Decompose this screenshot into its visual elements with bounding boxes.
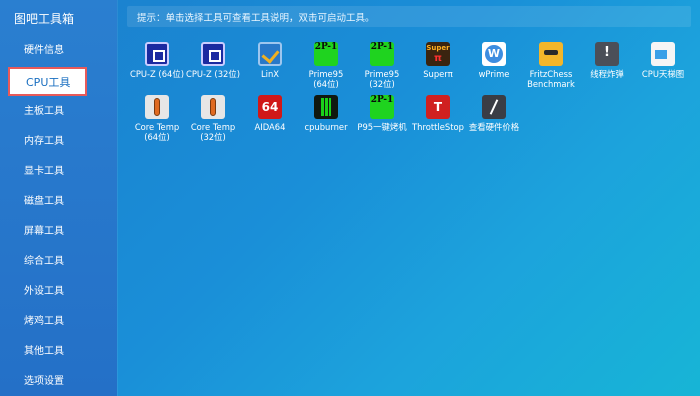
price-gauge-icon [482, 95, 506, 119]
hint-text: 提示：单击选择工具可查看工具说明，双击可启动工具。 [137, 13, 375, 24]
sidebar-item-gpu-tools[interactable]: 显卡工具 [0, 160, 117, 184]
fritzchess-icon [539, 42, 563, 66]
tool-hardware-price[interactable]: 查看硬件价格 [461, 95, 527, 132]
sidebar-item-general-tools[interactable]: 综合工具 [0, 250, 117, 274]
document-image-icon [651, 42, 675, 66]
superpi-icon [426, 42, 450, 66]
tool-label: 查看硬件价格 [468, 122, 520, 132]
warning-icon [595, 42, 619, 66]
wprime-icon [482, 42, 506, 66]
tool-cpu-ladder[interactable]: CPU天梯图 [630, 42, 696, 79]
sidebar-item-memory-tools[interactable]: 内存工具 [0, 130, 117, 154]
sidebar-item-peripheral-tools[interactable]: 外设工具 [0, 280, 117, 304]
tool-label: CPU天梯图 [641, 69, 685, 79]
core-temp-icon [145, 95, 169, 119]
sidebar-item-disk-tools[interactable]: 磁盘工具 [0, 190, 117, 214]
sidebar-item-stress-tools[interactable]: 烤鸡工具 [0, 310, 117, 334]
throttlestop-icon: T [426, 95, 450, 119]
sidebar-item-cpu-tools[interactable]: CPU工具 [8, 67, 87, 96]
aida64-icon: 64 [258, 95, 282, 119]
sidebar-item-motherboard-tools[interactable]: 主板工具 [0, 100, 117, 124]
cpuburner-icon [314, 95, 338, 119]
sidebar-item-hardware-info[interactable]: 硬件信息 [0, 39, 117, 63]
app-title: 图吧工具箱 [14, 12, 75, 26]
prime95-icon: 2P-1 [370, 95, 394, 119]
prime95-icon: 2P-1 [370, 42, 394, 66]
cpu-z-icon [201, 42, 225, 66]
sidebar-item-screen-tools[interactable]: 屏幕工具 [0, 220, 117, 244]
hint-bar: 提示：单击选择工具可查看工具说明，双击可启动工具。 [127, 6, 691, 27]
sidebar-item-settings[interactable]: 选项设置 [0, 370, 117, 394]
linx-icon [258, 42, 282, 66]
core-temp-icon [201, 95, 225, 119]
prime95-icon: 2P-1 [314, 42, 338, 66]
sidebar: 图吧工具箱 硬件信息 CPU工具 主板工具 内存工具 显卡工具 磁盘工具 屏幕工… [0, 0, 117, 396]
cpu-z-icon [145, 42, 169, 66]
sidebar-item-other-tools[interactable]: 其他工具 [0, 340, 117, 364]
